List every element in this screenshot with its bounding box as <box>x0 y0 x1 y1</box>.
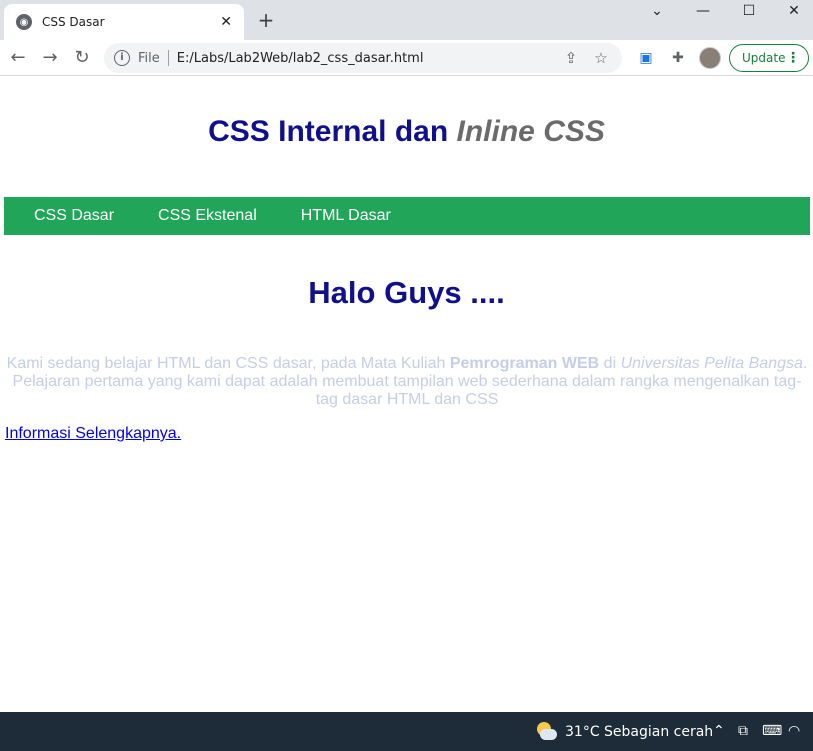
tray-expand-icon[interactable]: ⌃ <box>713 723 725 739</box>
cloud-shape <box>540 729 557 740</box>
forward-icon[interactable]: → <box>38 46 62 70</box>
extensions-icon[interactable]: ✚ <box>668 48 688 68</box>
wifi-icon[interactable]: ◠ <box>788 723 800 739</box>
temperature[interactable]: 31°C <box>565 724 600 740</box>
tab-css-dasar[interactable]: ◉ CSS Dasar ✕ <box>4 4 244 40</box>
tab-search-icon[interactable]: ⌄ <box>637 0 677 24</box>
paragraph-part2: di <box>599 355 621 372</box>
page-content: CSS Internal dan Inline CSS CSS Dasar CS… <box>0 77 813 712</box>
page-title-italic: Inline CSS <box>456 115 605 148</box>
maximize-button[interactable]: ☐ <box>729 0 769 24</box>
menu-kebab-icon[interactable]: ⋮ <box>786 48 800 68</box>
weather-partly-sunny-icon[interactable] <box>535 721 557 743</box>
taskbar: 31°C Sebagian cerah ⌃ ⧉ ⌨ ◠ <box>0 712 813 751</box>
divider <box>167 50 169 66</box>
nav-bar: CSS Dasar CSS Ekstenal HTML Dasar <box>4 197 810 235</box>
reload-icon[interactable]: ↻ <box>70 46 94 70</box>
update-button[interactable]: Update ⋮ <box>729 44 809 72</box>
share-icon[interactable]: ⇪ <box>560 49 582 67</box>
more-info-link[interactable]: Informasi Selengkapnya. <box>5 425 181 443</box>
tab-strip: ◉ CSS Dasar ✕ + ⌄ — ☐ ✕ <box>0 0 813 40</box>
section-heading: Halo Guys .... <box>308 275 505 310</box>
browser-toolbar: ← → ↻ i File E:/Labs/Lab2Web/lab2_css_da… <box>0 40 813 76</box>
intro-paragraph: Kami sedang belajar HTML dan CSS dasar, … <box>4 355 810 409</box>
close-window-button[interactable]: ✕ <box>774 0 813 24</box>
weather-condition[interactable]: Sebagian cerah <box>604 724 713 740</box>
new-tab-button[interactable]: + <box>254 8 278 32</box>
bookmark-star-icon[interactable]: ☆ <box>590 49 612 67</box>
nav-item-css-dasar[interactable]: CSS Dasar <box>34 207 114 225</box>
address-bar[interactable]: i File E:/Labs/Lab2Web/lab2_css_dasar.ht… <box>104 43 622 73</box>
back-icon[interactable]: ← <box>6 46 30 70</box>
nav-item-html-dasar[interactable]: HTML Dasar <box>301 207 391 225</box>
url-text[interactable]: E:/Labs/Lab2Web/lab2_css_dasar.html <box>177 51 552 66</box>
info-icon[interactable]: i <box>114 50 130 66</box>
paragraph-italic: Universitas Pelita Bangsa <box>620 355 803 372</box>
page-title: CSS Internal dan Inline CSS <box>0 115 813 149</box>
update-label: Update <box>742 51 786 65</box>
paragraph-bold: Pemrograman WEB <box>449 355 600 372</box>
keyboard-icon[interactable]: ⌨ <box>762 723 782 739</box>
minimize-button[interactable]: — <box>683 0 723 24</box>
scheme-label: File <box>138 50 160 66</box>
paragraph-part1: Kami sedang belajar HTML dan CSS dasar, … <box>6 355 450 372</box>
tab-close-icon[interactable]: ✕ <box>220 14 232 30</box>
globe-icon: ◉ <box>16 14 32 30</box>
avatar[interactable] <box>699 47 721 69</box>
page-title-main: CSS Internal dan <box>208 115 457 148</box>
screen-icon[interactable]: ⧉ <box>738 723 748 739</box>
tab-title: CSS Dasar <box>42 15 105 29</box>
screencast-icon[interactable]: ▣ <box>636 48 656 68</box>
nav-item-css-ekstenal[interactable]: CSS Ekstenal <box>158 207 257 225</box>
